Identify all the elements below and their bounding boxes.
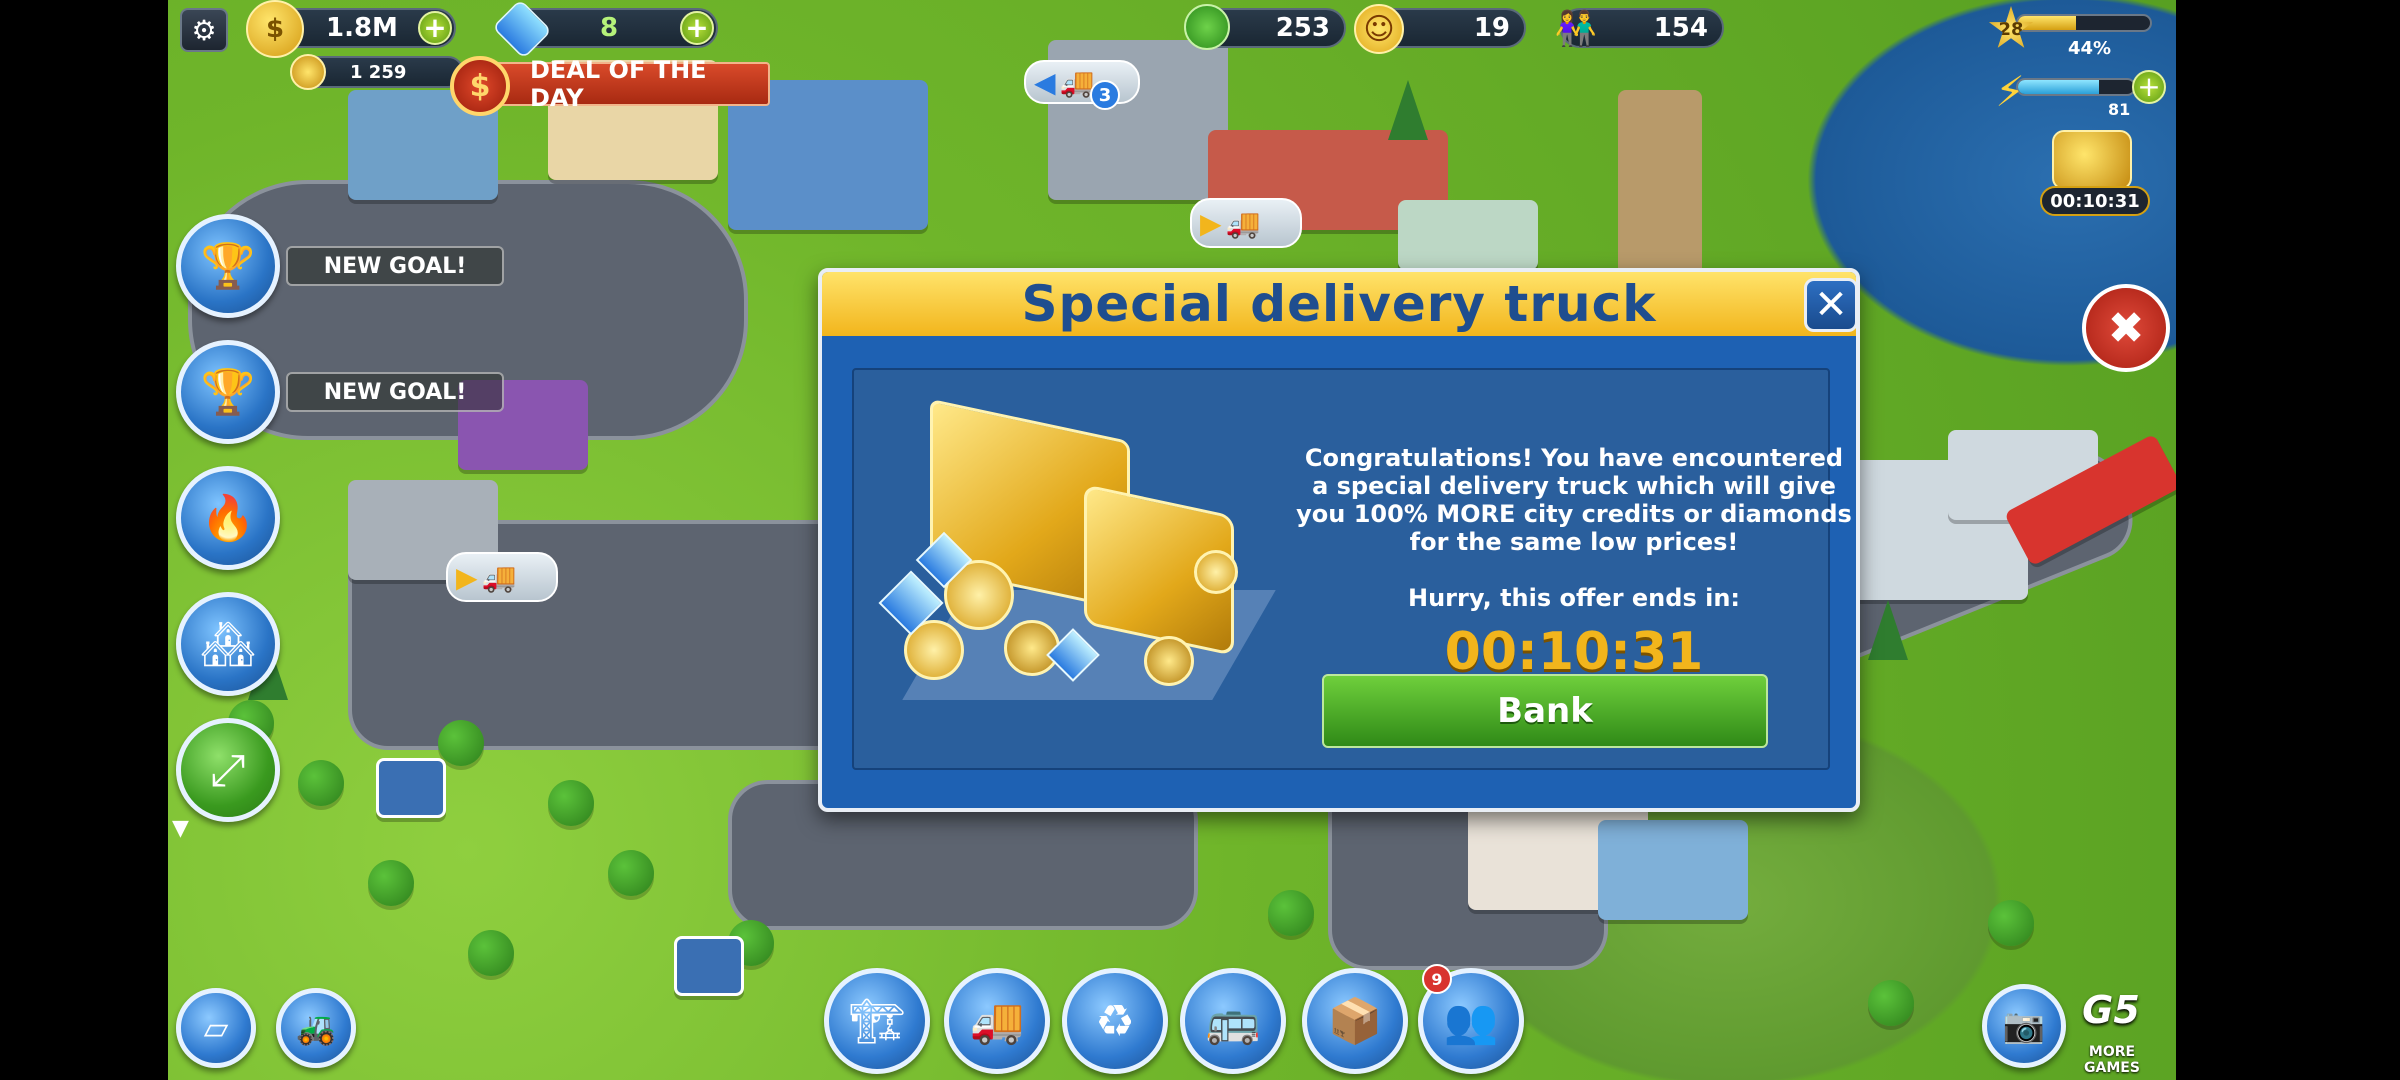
truck-queue-count: 3	[1098, 84, 1112, 106]
lightning-icon: ⚡	[1995, 66, 2025, 116]
add-energy-button[interactable]: +	[2132, 70, 2166, 104]
offer-timer: 00:10:31	[1444, 622, 1704, 682]
coin	[1194, 550, 1238, 594]
storage-box-button[interactable]: 📦	[1302, 968, 1408, 1074]
building	[1398, 200, 1538, 270]
energy-fill	[2018, 80, 2100, 94]
tree	[548, 780, 594, 826]
dialog-title: Special delivery truck	[1021, 275, 1657, 333]
billboard	[674, 936, 744, 996]
offer-ends-label: Hurry, this offer ends in:	[1407, 584, 1740, 612]
dollar-medal-icon: $	[450, 56, 510, 116]
goal-label: NEW GOAL!	[323, 253, 467, 279]
building	[1598, 820, 1748, 920]
truck-icon: 🚚	[1225, 206, 1261, 240]
tools-button[interactable]: ✖	[2082, 284, 2170, 372]
dialog-message: Congratulations! You have encountered a …	[1296, 444, 1852, 556]
fire-shield-button[interactable]: 🔥	[176, 466, 280, 570]
delivery-truck-indicator[interactable]: ▶ 🚚	[446, 552, 558, 602]
energy-value: 81	[2108, 100, 2131, 119]
close-icon: ✕	[1814, 282, 1848, 328]
arrow-right-icon: ▶	[456, 560, 478, 594]
tree	[608, 850, 654, 896]
sub-credits-value: 1 259	[350, 61, 407, 83]
population-icon: 👫	[1554, 9, 1598, 49]
energy-bar	[2016, 78, 2136, 96]
tree	[1868, 980, 1914, 1026]
truck-queue-badge: 3	[1090, 80, 1120, 110]
friends-badge: 9	[1422, 964, 1452, 994]
smiley-icon: ☺	[1354, 4, 1404, 54]
special-delivery-dialog: Special delivery truck ✕ Congratulations…	[818, 268, 1860, 812]
truck-queue-indicator[interactable]: ◀ 🚚	[1024, 60, 1140, 104]
pine-tree	[1868, 600, 1908, 660]
camera-button[interactable]: 📷	[1982, 984, 2066, 1068]
delivery-truck-indicator[interactable]: ▶ 🚚	[1190, 198, 1302, 248]
bus-button[interactable]: 🚌	[1180, 968, 1286, 1074]
deal-of-the-day-button[interactable]: DEAL OF THE DAY	[468, 56, 770, 112]
bonus-timer: 00:10:31	[2040, 186, 2150, 216]
coin-bonus-icon[interactable]	[2052, 130, 2132, 190]
bank-button[interactable]: Bank	[1322, 674, 1768, 748]
add-diamonds-button[interactable]: +	[680, 11, 714, 45]
tree	[438, 720, 484, 766]
bonus-timer-value: 00:10:31	[2050, 190, 2140, 212]
collapse-arrow-icon[interactable]: ▼	[172, 816, 189, 841]
tree	[468, 930, 514, 976]
goal-trophy-button[interactable]: 🏆	[176, 214, 280, 318]
tree	[1268, 890, 1314, 936]
trees-value: 253	[1275, 13, 1330, 43]
g5-logo-icon[interactable]: G5	[2068, 978, 2154, 1042]
tree	[368, 860, 414, 906]
friends-badge-value: 9	[1431, 969, 1443, 989]
more-games-label[interactable]: MORE GAMES	[2064, 1044, 2160, 1076]
dialog-header: Special delivery truck	[822, 272, 1856, 336]
add-credits-button[interactable]: +	[418, 11, 452, 45]
build-crane-button[interactable]: 🏗	[824, 968, 930, 1074]
recycle-truck-button[interactable]: ♻	[1062, 968, 1168, 1074]
xp-percent: 44%	[2068, 38, 2112, 59]
coin-stack-icon: $	[246, 0, 304, 58]
tree	[1988, 900, 2034, 946]
pine-tree	[1388, 80, 1428, 140]
golden-truck-image	[874, 398, 1276, 710]
expand-map-button[interactable]: ⤢	[176, 718, 280, 822]
diamonds-value: 8	[600, 13, 619, 43]
xp-bar	[2016, 14, 2152, 32]
tree	[298, 760, 344, 806]
wheel	[1144, 636, 1194, 686]
happiness-value: 19	[1473, 13, 1510, 43]
goal-banner[interactable]: NEW GOAL!	[286, 246, 504, 286]
goal-banner[interactable]: NEW GOAL!	[286, 372, 504, 412]
arrow-right-icon: ▶	[1200, 206, 1222, 240]
dialog-panel: Congratulations! You have encountered a …	[852, 368, 1852, 770]
goal-label: NEW GOAL!	[323, 379, 467, 405]
truck-icon: 🚚	[481, 560, 517, 594]
tree-icon	[1184, 4, 1230, 50]
goal-people-button[interactable]: 🏆	[176, 340, 280, 444]
bank-button-label: Bank	[1497, 691, 1593, 731]
credits-value: 1.8M	[326, 13, 398, 43]
coin-icon	[290, 54, 326, 90]
population-value: 154	[1653, 13, 1708, 43]
arrow-left-icon: ◀	[1034, 65, 1056, 99]
bulldozer-button[interactable]: 🚜	[276, 988, 356, 1068]
gear-icon[interactable]: ⚙	[180, 8, 228, 52]
close-button[interactable]: ✕	[1804, 278, 1858, 332]
game-viewport[interactable]: ⚙ 1.8M + $ 8 + 1 259 DEAL OF THE DAY $ 2…	[168, 0, 2176, 1080]
billboard	[376, 758, 446, 818]
deal-label: DEAL OF THE DAY	[530, 56, 707, 112]
delivery-truck-button[interactable]: 🚚	[944, 968, 1050, 1074]
construction-button[interactable]: 🏘	[176, 592, 280, 696]
roads-button[interactable]: ▱	[176, 988, 256, 1068]
